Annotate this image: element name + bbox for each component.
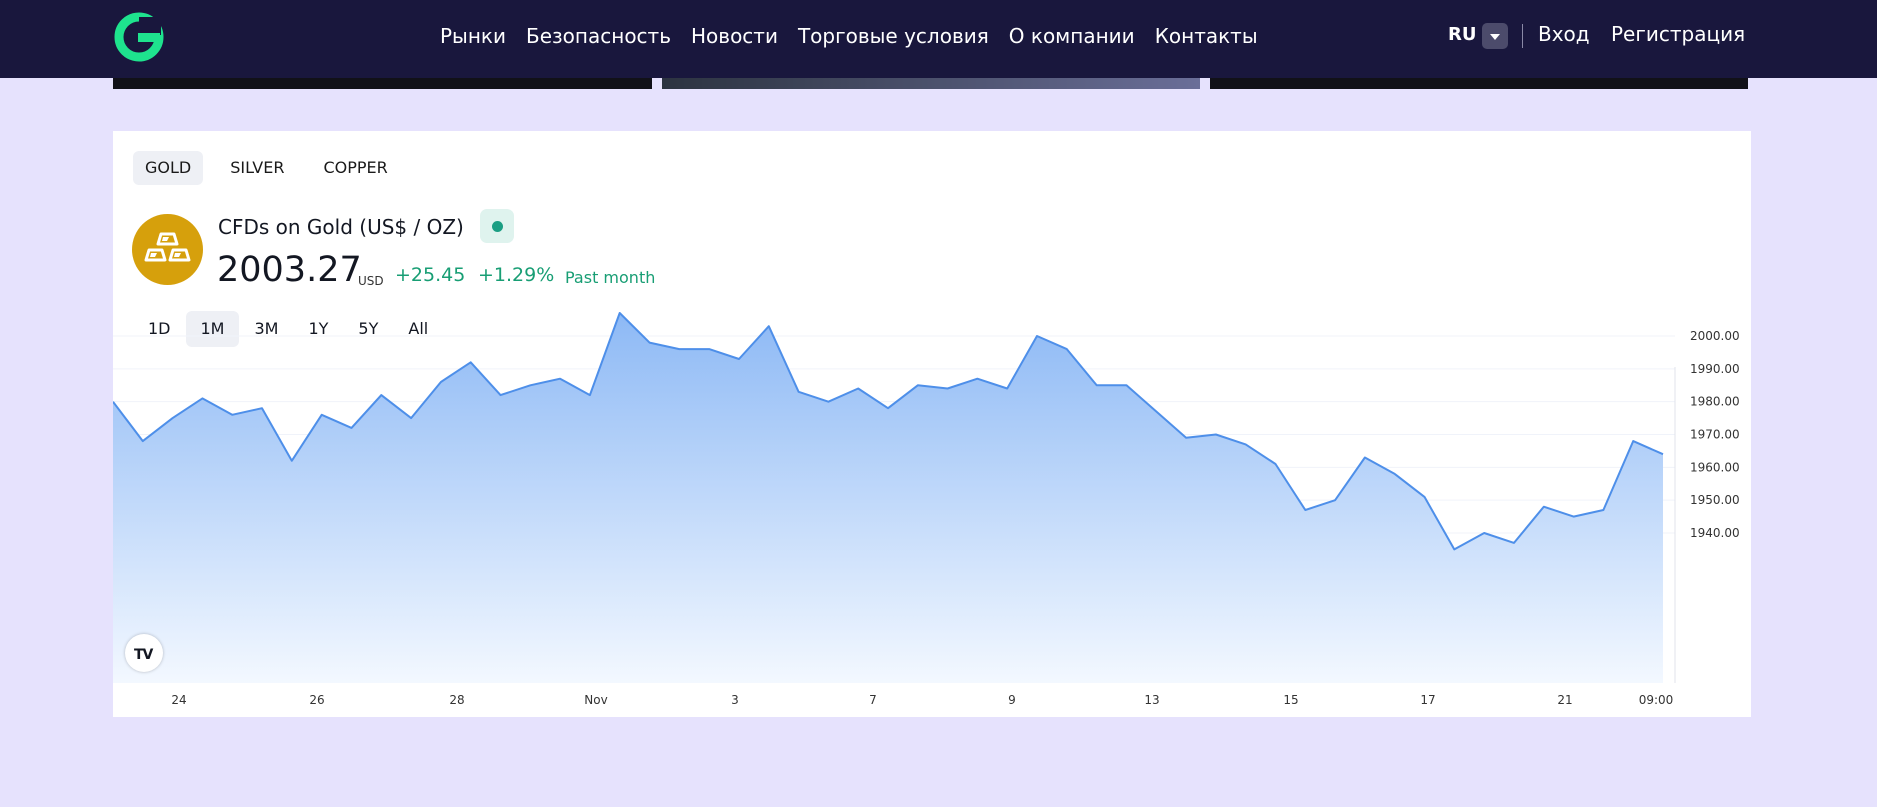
nav-link-contacts[interactable]: Контакты	[1155, 24, 1258, 48]
nav-link-security[interactable]: Безопасность	[526, 24, 671, 48]
price-chart[interactable]: 2000.00 1990.00 1980.00 1970.00 1960.00 1950.…	[113, 131, 1751, 717]
top-navbar: Рынки Безопасность Новости Торговые усло…	[0, 0, 1877, 78]
promo-card-strip	[113, 78, 652, 89]
language-dropdown-button[interactable]	[1482, 23, 1508, 49]
tradingview-icon: TV	[134, 647, 153, 663]
promo-card-strip	[662, 78, 1200, 89]
nav-link-about[interactable]: О компании	[1009, 24, 1135, 48]
y-tick-label: 1990.00	[1690, 362, 1740, 376]
x-tick-label: 24	[171, 693, 186, 707]
x-tick-label: 3	[731, 693, 739, 707]
x-tick-label: 13	[1144, 693, 1159, 707]
x-tick-label: 26	[309, 693, 324, 707]
y-tick-label: 1970.00	[1690, 428, 1740, 442]
y-tick-label: 1940.00	[1690, 526, 1740, 540]
x-tick-label: 28	[449, 693, 464, 707]
x-tick-label: 7	[869, 693, 877, 707]
y-tick-label: 2000.00	[1690, 329, 1740, 343]
y-tick-label: 1950.00	[1690, 493, 1740, 507]
login-link[interactable]: Вход	[1538, 22, 1590, 46]
brand-logo[interactable]	[111, 9, 167, 65]
y-tick-label: 1960.00	[1690, 460, 1740, 474]
nav-link-markets[interactable]: Рынки	[440, 24, 506, 48]
nav-link-news[interactable]: Новости	[691, 24, 778, 48]
nav-link-trading-conditions[interactable]: Торговые условия	[798, 24, 989, 48]
chart-widget: GOLD SILVER COPPER CFDs on Gold (US$ / O…	[113, 131, 1751, 717]
promo-card-strip	[1210, 78, 1748, 89]
x-tick-label: 17	[1420, 693, 1435, 707]
y-tick-label: 1980.00	[1690, 395, 1740, 409]
x-tick-label: Nov	[584, 693, 607, 707]
nav-divider	[1522, 24, 1523, 48]
x-axis-ticks: 24 26 28 Nov 3 7 9 13 15 17 21 09:00	[171, 693, 1673, 707]
chevron-down-icon	[1490, 34, 1500, 40]
x-tick-label: 21	[1557, 693, 1572, 707]
y-axis-ticks: 2000.00 1990.00 1980.00 1970.00 1960.00 1950.…	[1690, 329, 1740, 540]
language-label[interactable]: RU	[1448, 24, 1476, 45]
x-tick-label: 09:00	[1639, 693, 1674, 707]
x-tick-label: 9	[1008, 693, 1016, 707]
register-link[interactable]: Регистрация	[1611, 22, 1745, 46]
main-nav: Рынки Безопасность Новости Торговые усло…	[440, 0, 1278, 72]
tradingview-logo-button[interactable]: TV	[125, 634, 163, 672]
x-tick-label: 15	[1283, 693, 1298, 707]
